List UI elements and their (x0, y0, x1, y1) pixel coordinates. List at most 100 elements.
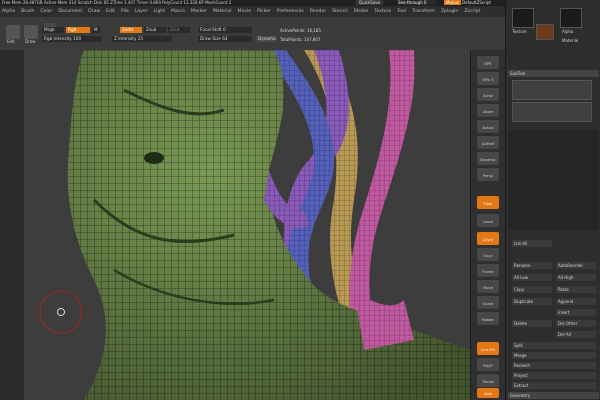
menu-bar: Alpha Brush Color Document Draw Edit File Layer… (0, 6, 507, 17)
solo-button[interactable]: Solo (477, 388, 499, 398)
zadd-button[interactable]: Zadd (120, 27, 142, 33)
copy-button[interactable]: Copy (512, 286, 552, 293)
right-tray: Texture Alpha Material SubTool List All … (505, 0, 600, 400)
rename-button[interactable]: Rename (512, 262, 552, 269)
menu-item-transform[interactable]: Transform (412, 9, 435, 14)
all-low-button[interactable]: All Low (512, 274, 552, 281)
menu-item-render[interactable]: Render (310, 9, 326, 14)
draw-label: Draw (25, 39, 36, 44)
menu-item-marker[interactable]: Marker (191, 9, 207, 14)
quicksave-button[interactable]: QuickSave (356, 0, 384, 5)
sculpt-render (24, 50, 470, 400)
active-points-readout: ActivePoints: 16,185 (280, 28, 322, 33)
aahalf-button[interactable]: AAHalf (477, 136, 499, 149)
geometry-header[interactable]: Geometry (508, 392, 599, 399)
paste-button[interactable]: Paste (556, 286, 596, 293)
total-points-readout: TotalPoints: 147,807 (280, 37, 321, 42)
menu-item-tool[interactable]: Tool (397, 9, 406, 14)
dynamic-persp-button[interactable]: Dynamic (477, 152, 499, 165)
actual-button[interactable]: Actual (477, 120, 499, 133)
gxyz-button[interactable]: Gxyz (477, 248, 499, 261)
menu-item-layer[interactable]: Layer (135, 9, 148, 14)
canvas-viewport[interactable] (24, 50, 470, 400)
floor-button[interactable]: Floor (477, 196, 499, 209)
menu-item-stencil[interactable]: Stencil (332, 9, 348, 14)
see-through-slider[interactable]: See-through 0 (398, 0, 436, 5)
edit-button[interactable]: Edit (6, 25, 20, 44)
zcut-button[interactable]: Zcut (168, 27, 190, 33)
frame-button[interactable]: Frame (477, 264, 499, 277)
persp-button[interactable]: Persp (477, 168, 499, 181)
scale-view-button[interactable]: Scale (477, 296, 499, 309)
dynamic-button[interactable]: Dynamic (256, 36, 276, 42)
material-label: Material (562, 38, 579, 43)
transp-button[interactable]: Transp (477, 374, 499, 387)
menu-item-movie[interactable]: Movie (237, 9, 251, 14)
m-button[interactable]: M (92, 27, 100, 33)
menu-item-preferences[interactable]: Preferences (277, 9, 304, 14)
del-all-button[interactable]: Del All (556, 331, 596, 338)
rgb-button[interactable]: Rgb (66, 27, 90, 33)
menu-item-alpha[interactable]: Alpha (2, 9, 15, 14)
menu-item-light[interactable]: Light (154, 9, 165, 14)
menu-item-draw[interactable]: Draw (88, 9, 100, 14)
subtool-item-1[interactable] (512, 80, 592, 100)
draw-size-slider[interactable]: Draw Size 64 (198, 36, 252, 42)
focal-shift-slider[interactable]: Focal Shift 0 (198, 27, 252, 33)
menu-item-zplugin[interactable]: Zplugin (441, 9, 458, 14)
subtool-item-2[interactable] (512, 102, 592, 122)
menu-item-brush[interactable]: Brush (21, 9, 34, 14)
spix-button[interactable]: SPix 3 (477, 72, 499, 85)
subtool-list[interactable] (508, 130, 599, 230)
texture-thumbnail[interactable] (512, 8, 534, 28)
alpha-thumbnail[interactable] (560, 8, 582, 28)
menu-item-picker[interactable]: Picker (257, 9, 271, 14)
draw-button[interactable]: Draw (24, 25, 38, 44)
local-button[interactable]: Local (477, 214, 499, 227)
remesh-button[interactable]: Remesh (512, 362, 596, 369)
menu-item-color[interactable]: Color (40, 9, 52, 14)
menus-button[interactable]: Menus (444, 0, 462, 5)
project-button[interactable]: Project (512, 372, 596, 379)
menu-item-document[interactable]: Document (58, 9, 82, 14)
move-view-button[interactable]: Move (477, 280, 499, 293)
rotate-view-button[interactable]: Rotate (477, 312, 499, 325)
subtool-header[interactable]: SubTool (508, 70, 599, 77)
z-intensity-slider[interactable]: Z Intensity 25 (112, 36, 172, 42)
split-button[interactable]: Split (512, 342, 596, 349)
extract-button[interactable]: Extract (512, 382, 596, 389)
zsub-button[interactable]: Zsub (144, 27, 166, 33)
menu-item-file[interactable]: File (121, 9, 129, 14)
zoom-button[interactable]: Zoom (477, 104, 499, 117)
menu-item-zscript[interactable]: Zscript (464, 9, 480, 14)
list-all-button[interactable]: List All (512, 240, 552, 247)
autoreorder-button[interactable]: AutoReorder (556, 262, 596, 269)
status-info: Free Mem 28.487GB Active Mem 314 Scratch… (2, 0, 232, 5)
material-thumbnail[interactable] (536, 24, 554, 40)
delete-button[interactable]: Delete (512, 320, 552, 327)
alpha-label: Alpha (562, 29, 574, 34)
del-other-button[interactable]: Del Other (556, 320, 596, 327)
default-zscript-button[interactable]: DefaultZScript (462, 0, 491, 5)
insert-button[interactable]: Insert (556, 309, 596, 316)
bpr-button[interactable]: BPR (477, 56, 499, 69)
lsym-button[interactable]: LSym (477, 232, 499, 245)
top-toolbar: Edit Draw Mrgb Rgb M Rgb Intensity 100 Z… (0, 17, 505, 51)
menu-item-material[interactable]: Material (213, 9, 232, 14)
rgb-intensity-slider[interactable]: Rgb Intensity 100 (42, 36, 102, 42)
all-high-button[interactable]: All High (556, 274, 596, 281)
texture-label: Texture (512, 29, 527, 34)
menu-item-edit[interactable]: Edit (106, 9, 115, 14)
merge-button[interactable]: Merge (512, 352, 596, 359)
duplicate-button[interactable]: Duplicate (512, 298, 552, 305)
mrgb-button[interactable]: Mrgb (42, 27, 64, 33)
left-shelf (0, 50, 24, 400)
menu-item-macro[interactable]: Macro (171, 9, 185, 14)
polyf-button[interactable]: PolyF (477, 358, 499, 371)
menu-item-stroke[interactable]: Stroke (354, 9, 369, 14)
right-tool-shelf: BPR SPix 3 Scroll Zoom Actual AAHalf Dyn… (470, 50, 506, 400)
menu-item-texture[interactable]: Texture (374, 9, 391, 14)
append-button[interactable]: Append (556, 298, 596, 305)
line-fill-button[interactable]: Line Fill (477, 342, 499, 355)
scroll-button[interactable]: Scroll (477, 88, 499, 101)
